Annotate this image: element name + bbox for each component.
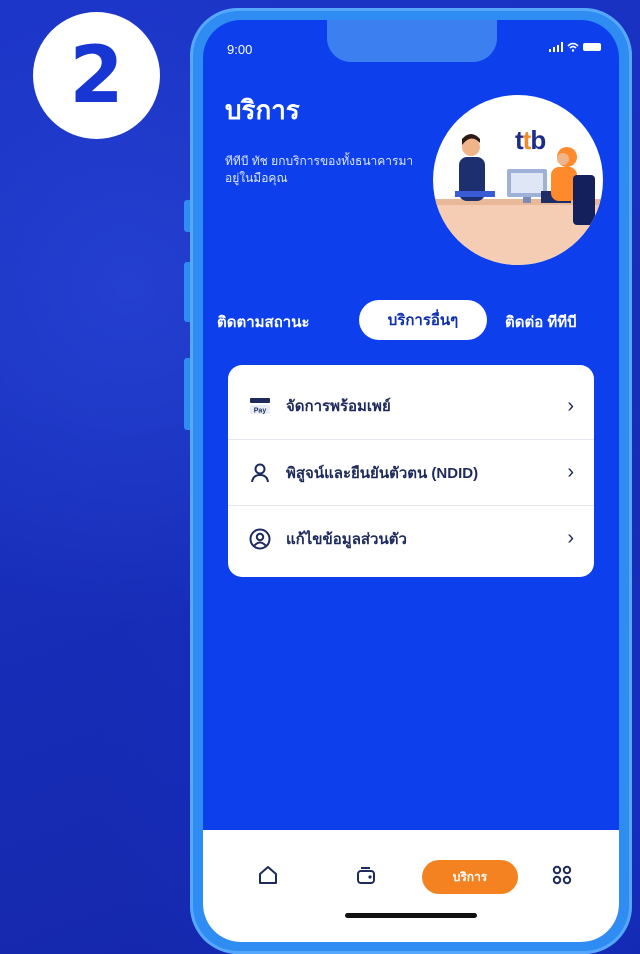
step-number: 2 — [69, 30, 124, 121]
chevron-right-icon: › — [567, 394, 574, 417]
status-icons — [549, 42, 601, 52]
menu-item-label: แก้ไขข้อมูลส่วนตัว — [286, 530, 407, 548]
service-menu-card: Pay จัดการพร้อมเพย์ › พิสูจน์และยืนยันตั… — [228, 365, 594, 577]
home-indicator — [345, 913, 477, 918]
menu-item-ndid[interactable]: พิสูจน์และยืนยันตัวตน (NDID) › — [228, 439, 594, 505]
status-time: 9:00 — [227, 42, 253, 57]
nav-home-button[interactable] — [253, 860, 283, 890]
app-screen: 9:00 บริการ ทีทีบี ทัช ยกบริการของทั้งธน… — [203, 20, 619, 942]
menu-item-label: พิสูจน์และยืนยันตัวตน (NDID) — [286, 464, 479, 482]
step-number-badge: 2 — [33, 12, 160, 139]
bottom-navigation: บริการ — [203, 830, 619, 942]
tab-other-services[interactable]: บริการอื่นๆ — [359, 300, 487, 340]
person-verify-icon — [248, 461, 272, 485]
nav-wallet-button[interactable] — [351, 860, 381, 890]
chevron-right-icon: › — [567, 527, 574, 549]
promptpay-icon-text: Pay — [254, 408, 267, 415]
tab-track-status[interactable]: ติดตามสถานะ — [217, 310, 310, 334]
nav-apps-button[interactable] — [547, 860, 577, 890]
page-title: บริการ — [225, 95, 300, 125]
wallet-icon — [357, 867, 375, 884]
service-tabs: ติดตามสถานะ บริการอื่นๆ ติดต่อ ทีทีบี — [203, 300, 619, 344]
menu-item-edit-profile[interactable]: แก้ไขข้อมูลส่วนตัว › — [228, 505, 594, 571]
apps-grid-icon — [552, 865, 572, 885]
home-icon — [259, 866, 277, 884]
bank-counter-illustration — [433, 134, 603, 265]
chevron-right-icon: › — [567, 461, 574, 483]
profile-icon — [248, 527, 272, 551]
tab-contact-ttb[interactable]: ติดต่อ ทีทีบี — [505, 310, 577, 334]
brand-logo: ttb — [515, 125, 546, 155]
promptpay-icon: Pay — [248, 394, 272, 418]
hero-illustration: ttb — [433, 95, 603, 265]
battery-icon — [583, 43, 601, 51]
nav-services-button[interactable]: บริการ — [422, 860, 518, 894]
menu-item-label: จัดการพร้อมเพย์ — [286, 398, 391, 415]
wifi-icon — [567, 42, 579, 52]
phone-notch — [327, 20, 497, 62]
page-subtitle: ทีทีบี ทัช ยกบริการของทั้งธนาคารมาอยู่ใน… — [225, 154, 414, 185]
signal-icon — [549, 42, 563, 52]
menu-item-promptpay[interactable]: Pay จัดการพร้อมเพย์ › — [228, 373, 594, 439]
